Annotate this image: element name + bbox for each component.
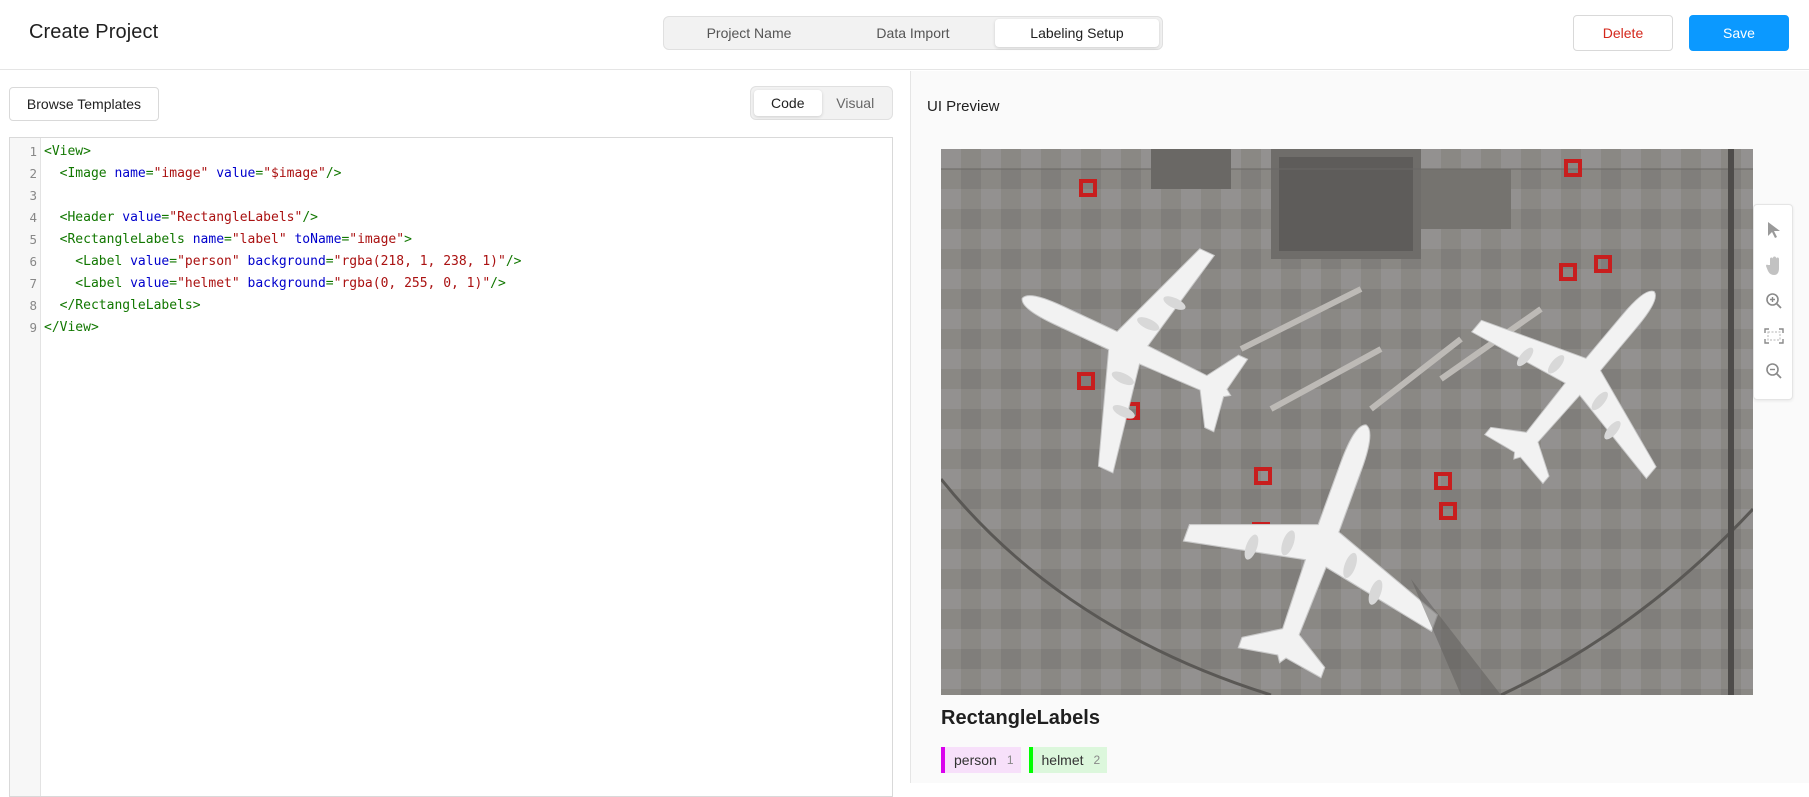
code-token: background [247,276,326,291]
label-name: person [954,752,997,768]
code-token: "helmet" [177,276,240,291]
code-line[interactable]: <RectangleLabels name="label" toName="im… [44,229,412,251]
code-token: "rgba(218, 1, 238, 1)" [333,254,506,269]
preview-title: UI Preview [927,98,1000,115]
code-line[interactable]: <View> [44,141,91,163]
fit-screen-icon[interactable] [1763,325,1785,347]
preview-image[interactable] [941,149,1753,695]
tab-visual[interactable]: Visual [822,90,890,116]
code-token: name [192,232,225,247]
code-token: <Label [44,254,131,269]
tab-code[interactable]: Code [754,90,822,116]
line-number: 1 [29,144,37,159]
pointer-icon[interactable] [1763,219,1785,241]
line-number: 9 [29,320,37,335]
editor-mode-toggle: Code Visual [750,86,893,120]
code-token: > [404,232,412,247]
code-token: <Image [44,166,115,181]
hand-icon[interactable] [1763,255,1785,277]
code-token: = [325,276,334,291]
code-token: "$image" [263,166,326,181]
code-token: "person" [177,254,240,269]
line-number: 2 [29,166,37,181]
code-token: /> [505,254,522,269]
code-token: "image" [153,166,209,181]
code-token: = [169,254,178,269]
page-title: Create Project [29,21,159,43]
code-line[interactable]: <Label value="person" background="rgba(2… [44,251,521,273]
code-token: = [224,232,232,247]
code-token: "image" [349,232,405,247]
code-token: /> [490,276,506,291]
code-line[interactable]: <Header value="RectangleLabels"/> [44,207,318,229]
code-line[interactable]: <Label value="helmet" background="rgba(0… [44,273,506,295]
label-hotkey: 1 [1006,753,1014,767]
code-token: name [114,166,146,181]
code-token: "rgba(0, 255, 0, 1)" [333,276,491,291]
line-number-gutter: 1 2 3 4 5 6 7 8 9 [10,138,41,796]
image-toolbar [1753,204,1793,400]
preview-panel: UI Preview RectangleLabels person 1 helm… [910,71,1809,783]
label-hotkey: 2 [1093,753,1101,767]
code-token: <RectangleLabels [44,232,193,247]
label-name: helmet [1041,752,1084,768]
code-token: </RectangleLabels> [44,298,201,313]
code-token: /> [325,166,342,181]
code-token: <Header [44,210,123,225]
code-token: = [145,166,154,181]
code-token: = [169,276,178,291]
line-number: 7 [29,276,37,291]
code-token: <Label [44,276,131,291]
code-token: background [247,254,326,269]
code-token: "RectangleLabels" [169,210,303,225]
code-editor[interactable]: 123456789 <View> <Image name="image" val… [9,137,893,797]
code-token: value [122,210,162,225]
zoom-out-icon[interactable] [1763,360,1785,382]
code-line[interactable]: </RectangleLabels> [44,295,201,317]
code-token: = [255,166,264,181]
code-token: <View> [44,144,91,159]
code-token: value [130,276,170,291]
label-helmet[interactable]: helmet 2 [1028,747,1108,773]
code-token: value [216,166,256,181]
code-line[interactable]: </View> [44,317,99,339]
config-panel: Browse Templates Code Visual 1 2 3 4 5 6 7 8 9 <… [0,71,910,797]
airport-aerial-image [941,149,1753,695]
browse-templates-button[interactable]: Browse Templates [9,87,159,121]
code-token: </View> [44,320,99,335]
rectangle-labels-header: RectangleLabels [941,707,1100,729]
code-token: = [325,254,334,269]
code-line[interactable]: <Image name="image" value="$image"/> [44,163,342,185]
code-token: toName [294,232,342,247]
tab-data-import[interactable]: Data Import [831,19,995,47]
label-person[interactable]: person 1 [941,747,1021,773]
line-number: 4 [29,210,37,225]
save-button[interactable]: Save [1689,15,1789,51]
wizard-steps: Project Name Data Import Labeling Setup [663,16,1163,50]
tab-labeling-setup[interactable]: Labeling Setup [995,19,1159,47]
zoom-in-icon[interactable] [1763,290,1785,312]
line-number: 6 [29,254,37,269]
code-token: value [130,254,170,269]
line-number: 5 [29,232,37,247]
code-token: /> [302,210,318,225]
code-token: "label" [231,232,287,247]
line-number: 3 [29,188,37,203]
delete-button[interactable]: Delete [1573,15,1673,51]
label-list: person 1 helmet 2 [941,747,1108,773]
line-number: 8 [29,298,37,313]
tab-project-name[interactable]: Project Name [667,19,831,47]
top-bar: Create Project Project Name Data Import … [0,0,1809,70]
